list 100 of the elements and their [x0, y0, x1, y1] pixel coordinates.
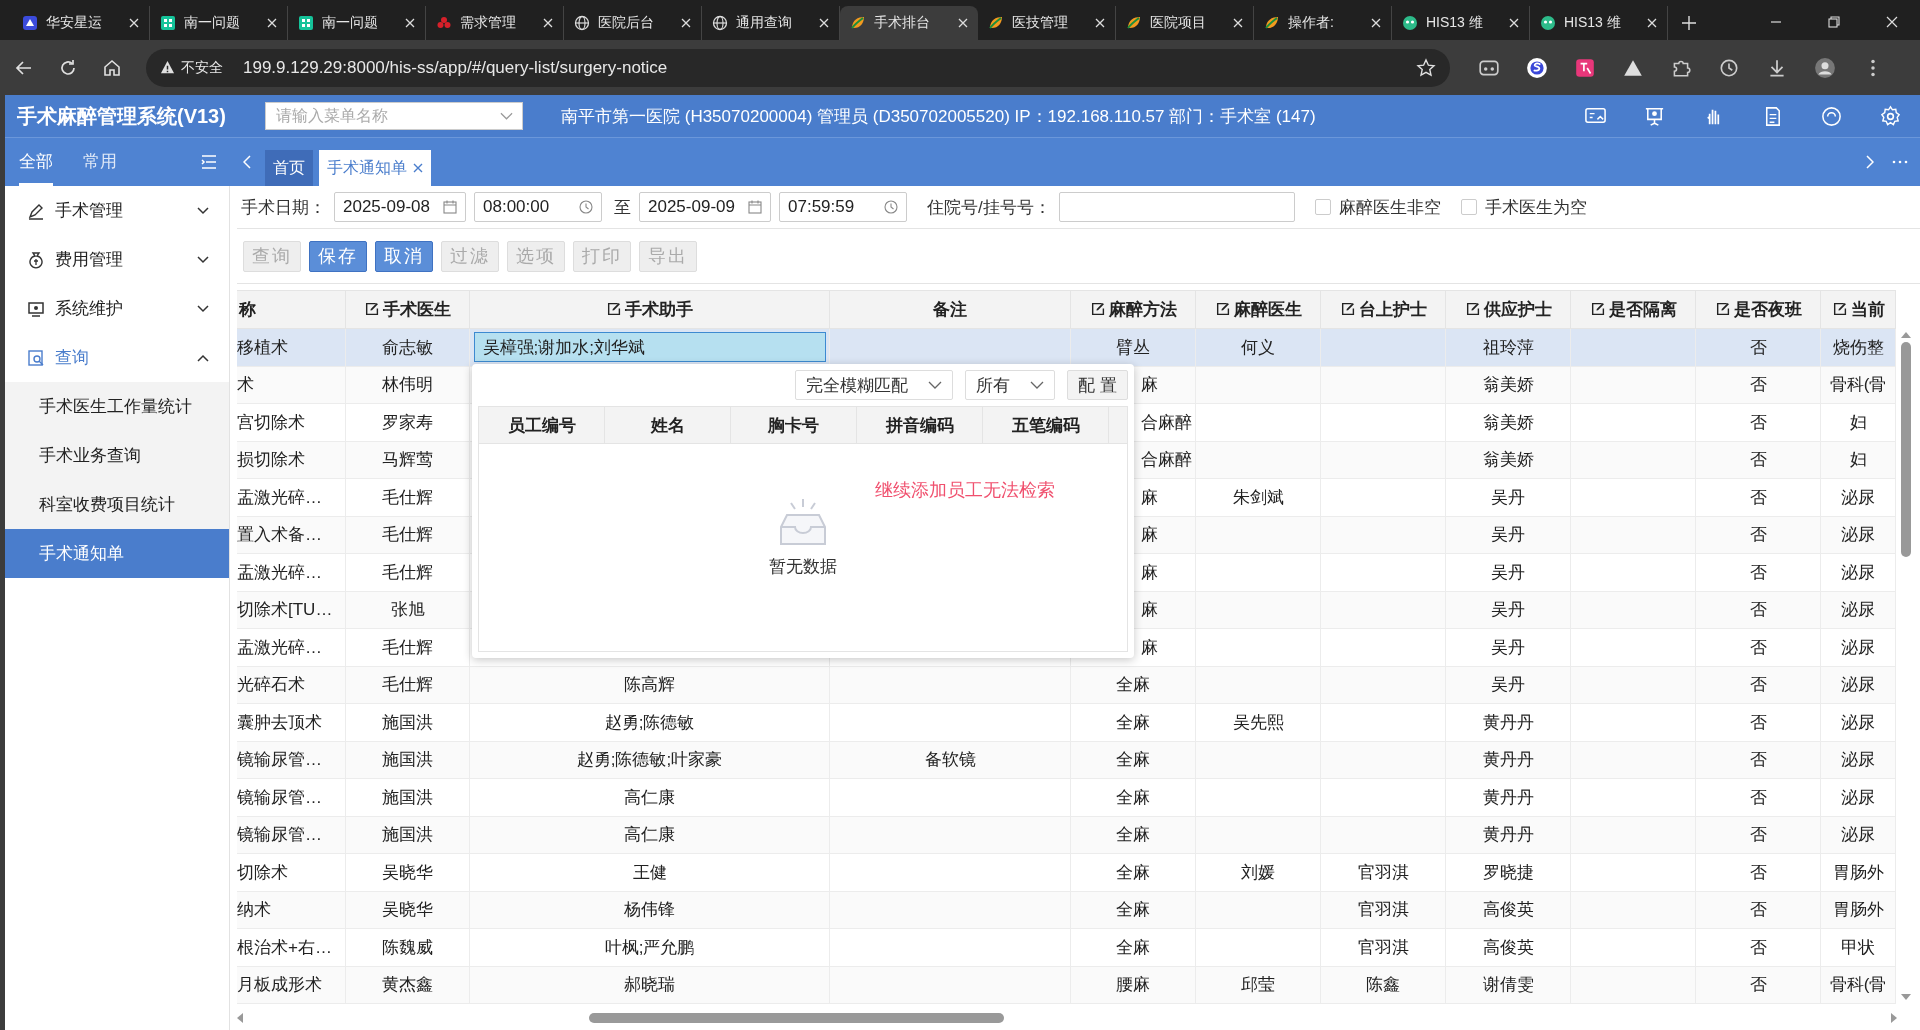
table-cell-text: 否	[1749, 411, 1767, 434]
table-cell-text: 全麻	[1116, 936, 1150, 959]
tab-title: 需求管理	[460, 14, 517, 32]
table-cell-text: 毛仕辉	[382, 561, 433, 584]
table-cell-text: 吴丹	[1491, 486, 1525, 509]
table-cell-text: 否	[1749, 824, 1767, 847]
table-cell-text: 刘媛	[1241, 861, 1275, 884]
table-cell-text: 全麻	[1116, 824, 1150, 847]
tab-title: HIS13 维	[1564, 14, 1622, 32]
table-cell-text: 合麻醉	[1141, 411, 1192, 434]
table-cell-text: 马辉莺	[382, 449, 433, 472]
tab-title: 医院后台	[598, 14, 655, 32]
table-cell-text: 翁美娇	[1482, 374, 1534, 397]
table-cell-text: 陈高辉	[624, 674, 675, 697]
table-cell-text: 全麻	[1116, 749, 1150, 772]
table-cell-text: 黄丹丹	[1482, 711, 1534, 734]
table-cell-text: 吴先熙	[1232, 711, 1284, 734]
table-cell-text: 胃肠外	[1832, 861, 1884, 884]
tab-title: 操作者:	[1288, 14, 1335, 32]
table-cell-text: 光碎石术	[237, 674, 305, 697]
table-cell-text: 吴丹	[1491, 599, 1525, 622]
table-cell-text: 毛仕辉	[382, 524, 433, 547]
tab-title: 南一问题	[184, 14, 241, 32]
range-separator: 至	[614, 196, 631, 219]
table-cell-text: 施国洪	[382, 711, 433, 734]
table-cell-text: 黄丹丹	[1482, 749, 1534, 772]
table-cell-text: 麻	[1141, 561, 1158, 584]
tab-title: 华安星运	[46, 14, 103, 32]
table-cell-text: 否	[1749, 524, 1767, 547]
table-cell-text: 毛仕辉	[382, 674, 433, 697]
table-cell-text: 陈鑫	[1366, 974, 1400, 997]
tab-title: 南一问题	[322, 14, 379, 32]
table-cell-text: 否	[1749, 636, 1767, 659]
tab-title: HIS13 维	[1426, 14, 1484, 32]
table-cell-text: 黄丹丹	[1482, 786, 1534, 809]
table-cell-text: 泌尿	[1841, 524, 1875, 547]
table-cell-text: 吴丹	[1491, 636, 1525, 659]
table-cell-text: 罗晓捷	[1482, 861, 1534, 884]
table-cell-text: 黄杰鑫	[382, 974, 433, 997]
annotation-text: 继续添加员工无法检索	[875, 479, 1055, 502]
table-cell-text: 官羽淇	[1357, 861, 1409, 884]
tab-title: 医技管理	[1012, 14, 1069, 32]
table-cell-text: 否	[1749, 936, 1767, 959]
table-cell-text: 盂激光碎…	[237, 561, 322, 584]
table-cell-text: 翁美娇	[1482, 449, 1534, 472]
app-title: 手术麻醉管理系统(V13)	[17, 103, 227, 129]
table-cell-text: 臂丛	[1116, 336, 1150, 359]
table-cell-text: 张旭	[390, 599, 425, 622]
table-cell-text: 高仁康	[624, 824, 675, 847]
table-cell-text: 否	[1749, 336, 1767, 359]
table-cell-text: 移植术	[237, 336, 288, 359]
table-cell-text: 高俊英	[1482, 936, 1534, 959]
table-cell-text: 否	[1749, 486, 1767, 509]
table-cell-text: 损切除术	[237, 449, 305, 472]
table-cell-text: 根治术+右…	[237, 936, 332, 959]
table-cell-text: 陈魏威	[382, 936, 433, 959]
table-cell-text: 盂激光碎…	[237, 486, 322, 509]
table-cell-text: 高俊英	[1482, 899, 1534, 922]
table-cell-text: 否	[1749, 861, 1767, 884]
security-label: 不安全	[181, 58, 223, 77]
table-cell-text: 吴丹	[1491, 561, 1525, 584]
table-cell-text: 高仁康	[624, 786, 675, 809]
table-cell-text: 泌尿	[1841, 486, 1875, 509]
table-cell-text: 何义	[1241, 336, 1275, 359]
table-cell-text: 王健	[632, 861, 667, 884]
table-cell-text: 否	[1749, 374, 1767, 397]
table-cell-text: 麻	[1141, 599, 1158, 622]
table-cell-text: 官羽淇	[1357, 899, 1409, 922]
table-cell-text: 全麻	[1116, 861, 1150, 884]
table-cell-text: 毛仕辉	[382, 486, 433, 509]
table-cell-text: 叶枫;严允鹏	[604, 936, 695, 959]
table-cell-text: 否	[1749, 974, 1767, 997]
table-cell-text: 否	[1749, 674, 1767, 697]
table-cell-text: 黄丹丹	[1482, 824, 1534, 847]
table-cell-text: 骨科(骨	[1829, 374, 1887, 397]
table-cell-text: 泌尿	[1841, 674, 1875, 697]
table-cell-text: 泌尿	[1841, 749, 1875, 772]
table-cell-text: 否	[1749, 749, 1767, 772]
table-cell-text: 朱剑斌	[1232, 486, 1284, 509]
table-cell-text: 全麻	[1116, 786, 1150, 809]
table-cell-text: 切除术	[237, 861, 288, 884]
table-cell-text: 麻	[1141, 636, 1158, 659]
url-text: 199.9.129.29:8000/his-ss/app/#/query-list/surgery-notice	[243, 57, 669, 78]
record-number-label: 住院号/挂号号：	[927, 196, 1051, 219]
table-cell-text: 施国洪	[382, 824, 433, 847]
table-cell-text: 麻	[1141, 486, 1158, 509]
table-cell-text: 邱莹	[1241, 974, 1275, 997]
table-cell-text: 置入术备…	[237, 524, 322, 547]
table-cell-text: 否	[1749, 786, 1767, 809]
date-label: 手术日期：	[241, 196, 326, 219]
table-cell-text: 否	[1749, 449, 1767, 472]
table-cell-text: 镜输尿管…	[237, 786, 322, 809]
checkbox-label: 麻醉医生非空	[1338, 196, 1441, 219]
table-cell-text: 吴晓华	[382, 899, 433, 922]
table-cell-text: 妇	[1849, 449, 1867, 472]
table-cell-text: 翁美娇	[1482, 411, 1534, 434]
table-cell-text: 否	[1749, 561, 1767, 584]
table-cell-text: 毛仕辉	[382, 636, 433, 659]
table-cell-text: 吴晓华	[382, 861, 433, 884]
table-cell-text: 合麻醉	[1141, 449, 1192, 472]
